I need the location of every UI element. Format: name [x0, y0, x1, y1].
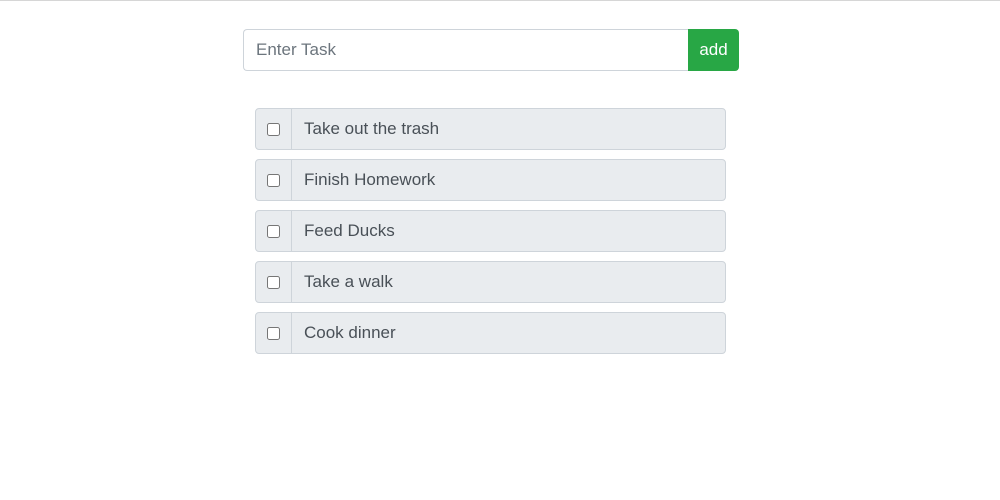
add-task-form: add [243, 29, 739, 71]
add-button[interactable]: add [688, 29, 739, 71]
task-item: Finish Homework [255, 159, 726, 201]
task-checkbox-cell [256, 313, 292, 353]
task-label: Cook dinner [304, 323, 396, 342]
task-label: Feed Ducks [304, 221, 395, 240]
todo-app: add Take out the trash Finish Homework F… [0, 0, 1000, 500]
task-checkbox-cell [256, 211, 292, 251]
task-checkbox-cell [256, 262, 292, 302]
task-item: Cook dinner [255, 312, 726, 354]
task-label: Take out the trash [304, 119, 440, 138]
task-label: Finish Homework [304, 170, 436, 189]
top-divider [0, 0, 1000, 1]
task-checkbox-cell [256, 160, 292, 200]
task-checkbox[interactable] [267, 224, 280, 238]
task-label: Take a walk [304, 272, 393, 291]
task-input[interactable] [243, 29, 688, 71]
task-item: Feed Ducks [255, 210, 726, 252]
task-list: Take out the trash Finish Homework Feed … [255, 108, 726, 363]
task-checkbox-cell [256, 109, 292, 149]
task-checkbox[interactable] [267, 173, 280, 187]
task-checkbox[interactable] [267, 275, 280, 289]
task-checkbox[interactable] [267, 326, 280, 340]
task-item: Take a walk [255, 261, 726, 303]
task-item: Take out the trash [255, 108, 726, 150]
task-checkbox[interactable] [267, 122, 280, 136]
